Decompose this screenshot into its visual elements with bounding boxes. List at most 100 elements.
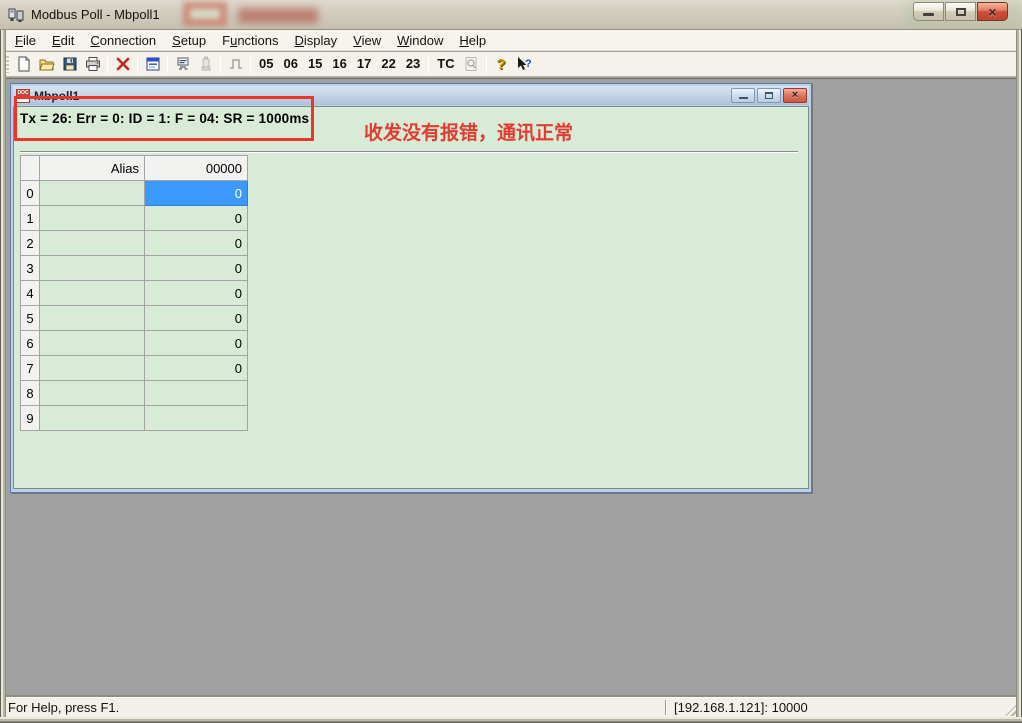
- resend-button[interactable]: [194, 53, 217, 75]
- function-code-button-17[interactable]: 17: [352, 53, 376, 75]
- value-cell[interactable]: 0: [145, 306, 248, 331]
- sheet-separator: [20, 151, 798, 153]
- register-grid: Alias00000 001020304050607089: [20, 155, 248, 431]
- row-number-cell[interactable]: 3: [21, 256, 40, 281]
- menu-item-setup[interactable]: Setup: [164, 30, 214, 50]
- row-number-cell[interactable]: 5: [21, 306, 40, 331]
- minimize-button[interactable]: [913, 2, 944, 21]
- communication-traffic-button[interactable]: [171, 53, 194, 75]
- toolbar-separator: [250, 55, 251, 73]
- grid-row: 30: [21, 256, 248, 281]
- maximize-button[interactable]: [945, 2, 976, 21]
- value-cell-selected[interactable]: 0: [145, 181, 248, 206]
- toolbar-separator: [137, 55, 138, 73]
- titlebar-glass-artifact: [183, 2, 227, 26]
- window-frame-bottom: [0, 717, 1022, 723]
- value-cell[interactable]: 0: [145, 206, 248, 231]
- grid-body: 001020304050607089: [21, 181, 248, 431]
- row-number-cell[interactable]: 9: [21, 406, 40, 431]
- print-button[interactable]: [81, 53, 104, 75]
- context-help-button[interactable]: ?: [513, 53, 536, 75]
- restore-icon: [765, 92, 773, 99]
- toolbar-separator: [220, 55, 221, 73]
- row-number-cell[interactable]: 2: [21, 231, 40, 256]
- alias-cell[interactable]: [40, 331, 145, 356]
- function-code-button-16[interactable]: 16: [327, 53, 351, 75]
- function-code-button-15[interactable]: 15: [303, 53, 327, 75]
- grid-row: 40: [21, 281, 248, 306]
- value-cell[interactable]: [145, 406, 248, 431]
- mdi-client-area: DOC Mbpoll1 × Tx = 26: Err = 0: ID = 1: …: [3, 78, 1019, 697]
- menu-item-connection[interactable]: Connection: [82, 30, 164, 50]
- grid-row: 10: [21, 206, 248, 231]
- child-minimize-button[interactable]: [731, 88, 755, 103]
- help-question-icon: ?: [497, 56, 506, 73]
- alias-cell[interactable]: [40, 231, 145, 256]
- save-button[interactable]: [58, 53, 81, 75]
- grid-row: 70: [21, 356, 248, 381]
- value-cell[interactable]: 0: [145, 231, 248, 256]
- value-cell[interactable]: 0: [145, 331, 248, 356]
- open-file-button[interactable]: [35, 53, 58, 75]
- row-number-cell[interactable]: 6: [21, 331, 40, 356]
- toolbar-separator: [167, 55, 168, 73]
- window-frame-right: [1016, 30, 1022, 723]
- grid-row: 00: [21, 181, 248, 206]
- menu-item-help[interactable]: Help: [451, 30, 494, 50]
- function-code-button-23[interactable]: 23: [401, 53, 425, 75]
- setup-button[interactable]: [141, 53, 164, 75]
- alias-cell[interactable]: [40, 381, 145, 406]
- child-close-button[interactable]: ×: [783, 88, 807, 103]
- minimize-icon: [739, 97, 748, 99]
- lamp-icon: [198, 56, 214, 72]
- function-code-button-22[interactable]: 22: [376, 53, 400, 75]
- menu-item-functions[interactable]: Functions: [214, 30, 286, 50]
- status-panel-divider: [665, 700, 667, 715]
- alias-cell[interactable]: [40, 306, 145, 331]
- menu-item-view[interactable]: View: [345, 30, 389, 50]
- single-poll-button[interactable]: [224, 53, 247, 75]
- row-number-cell[interactable]: 8: [21, 381, 40, 406]
- menu-item-window[interactable]: Window: [389, 30, 451, 50]
- function-code-button-06[interactable]: 06: [278, 53, 302, 75]
- new-file-button[interactable]: [12, 53, 35, 75]
- app-icon: [8, 7, 25, 23]
- poll-sheet: Tx = 26: Err = 0: ID = 1: F = 04: SR = 1…: [13, 106, 809, 489]
- alias-cell[interactable]: [40, 406, 145, 431]
- tc-button[interactable]: TC: [432, 53, 459, 75]
- row-number-cell[interactable]: 1: [21, 206, 40, 231]
- test-center-view-button[interactable]: [460, 53, 483, 75]
- grid-column-header[interactable]: 00000: [145, 156, 248, 181]
- menu-item-edit[interactable]: Edit: [44, 30, 82, 50]
- alias-cell[interactable]: [40, 356, 145, 381]
- close-icon: ×: [988, 5, 996, 19]
- help-button[interactable]: ?: [490, 53, 513, 75]
- child-restore-button[interactable]: [757, 88, 781, 103]
- disconnect-button[interactable]: [111, 53, 134, 75]
- row-number-cell[interactable]: 7: [21, 356, 40, 381]
- grid-column-header[interactable]: Alias: [40, 156, 145, 181]
- alias-cell[interactable]: [40, 181, 145, 206]
- toolbar-grip-handle[interactable]: [6, 56, 9, 73]
- menu-item-file[interactable]: File: [7, 30, 44, 50]
- setup-window-icon: [145, 56, 161, 72]
- print-icon: [85, 56, 101, 72]
- menu-item-display[interactable]: Display: [287, 30, 346, 50]
- value-cell[interactable]: 0: [145, 356, 248, 381]
- toolbar-separator: [428, 55, 429, 73]
- alias-cell[interactable]: [40, 281, 145, 306]
- grid-row: 8: [21, 381, 248, 406]
- function-code-button-05[interactable]: 05: [254, 53, 278, 75]
- alias-cell[interactable]: [40, 206, 145, 231]
- alias-cell[interactable]: [40, 256, 145, 281]
- chinese-annotation: 收发没有报错，通讯正常: [364, 118, 573, 145]
- value-cell[interactable]: 0: [145, 256, 248, 281]
- maximize-icon: [956, 8, 966, 16]
- grid-column-header[interactable]: [21, 156, 40, 181]
- close-button[interactable]: ×: [977, 2, 1008, 21]
- row-number-cell[interactable]: 4: [21, 281, 40, 306]
- value-cell[interactable]: [145, 381, 248, 406]
- row-number-cell[interactable]: 0: [21, 181, 40, 206]
- highlight-rectangle: [14, 96, 314, 141]
- value-cell[interactable]: 0: [145, 281, 248, 306]
